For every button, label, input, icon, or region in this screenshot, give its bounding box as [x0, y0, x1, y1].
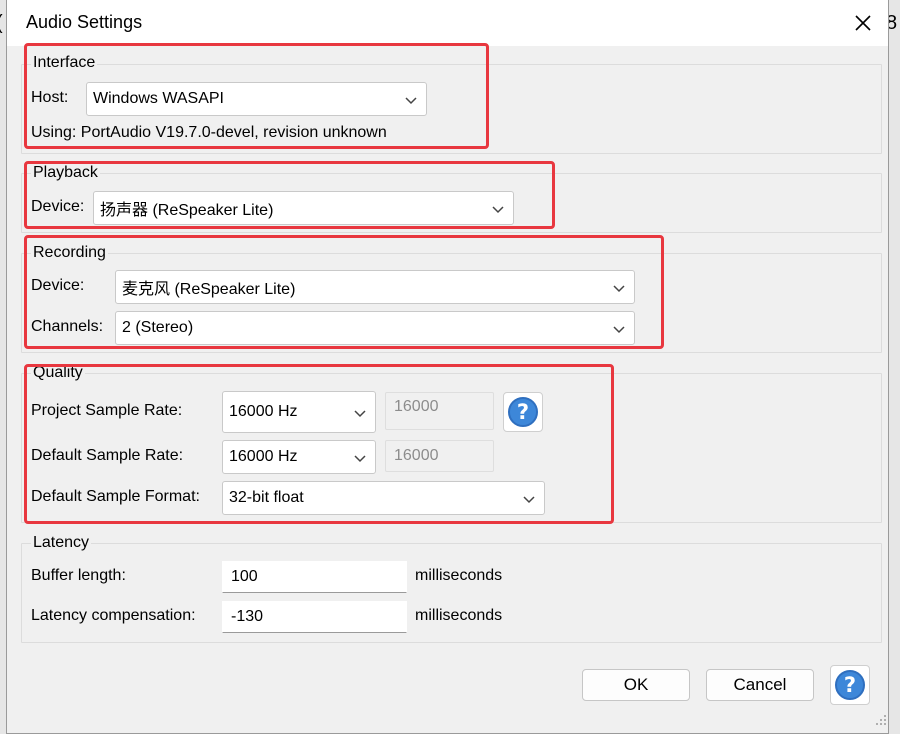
close-button[interactable]: [845, 6, 881, 40]
dialog-help-button[interactable]: ?: [830, 665, 870, 705]
dialog-title: Audio Settings: [26, 12, 143, 32]
ok-button-label: OK: [623, 675, 649, 694]
highlight-box-playback: [24, 161, 555, 229]
latency-compensation-unit: milliseconds: [415, 607, 503, 624]
latency-legend: Latency: [31, 534, 92, 552]
ok-button[interactable]: OK: [582, 669, 690, 701]
latency-compensation-value: -130: [231, 608, 264, 625]
buffer-length-unit: milliseconds: [415, 567, 503, 584]
highlight-box-quality: [24, 364, 614, 524]
close-icon: [855, 15, 871, 31]
help-icon: ?: [835, 670, 865, 700]
cancel-button[interactable]: Cancel: [706, 669, 814, 701]
background-window-right: [889, 0, 900, 734]
title-bar: Audio Settings: [7, 0, 888, 46]
audio-settings-dialog: Audio Settings Interface Host: Windows W…: [6, 0, 889, 734]
buffer-length-value: 100: [231, 568, 258, 585]
latency-group: [21, 543, 882, 643]
buffer-length-input[interactable]: 100: [222, 561, 407, 593]
buffer-length-label: Buffer length:: [31, 567, 126, 584]
latency-compensation-label: Latency compensation:: [31, 607, 196, 624]
cancel-button-label: Cancel: [733, 675, 787, 694]
latency-compensation-input[interactable]: -130: [222, 601, 407, 633]
background-text-fragment: (: [0, 12, 3, 35]
highlight-box-recording: [24, 235, 664, 349]
resize-grip-icon[interactable]: [873, 712, 887, 726]
highlight-box-interface: [24, 43, 489, 149]
